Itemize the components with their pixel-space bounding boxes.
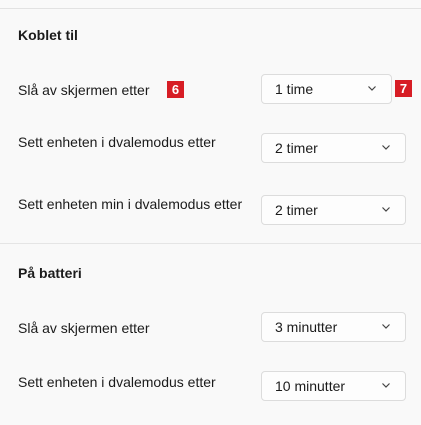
top-divider: [0, 0, 421, 9]
annotation-badge-6: 6: [167, 81, 184, 98]
screen-off-label: Slå av skjermen etter: [18, 80, 243, 100]
battery-sleep-dropdown[interactable]: 10 minutter: [261, 371, 406, 401]
screen-off-dropdown-value: 1 time: [275, 81, 314, 97]
battery-screen-off-dropdown-value: 3 minutter: [275, 319, 338, 335]
chevron-down-icon: [382, 324, 390, 329]
battery-screen-off-label: Slå av skjermen etter: [18, 320, 150, 336]
section-title-plugged-in: Koblet til: [18, 27, 78, 43]
chevron-down-icon: [382, 383, 390, 388]
section-divider: [0, 243, 421, 244]
power-settings-panel: Koblet til Slå av skjermen etter 6 1 tim…: [0, 0, 421, 425]
chevron-down-icon: [368, 86, 376, 91]
battery-sleep-dropdown-value: 10 minutter: [275, 378, 346, 394]
battery-sleep-label: Sett enheten i dvalemodus etter: [18, 374, 216, 390]
sleep-dropdown-value: 2 timer: [275, 140, 318, 156]
hibernate-dropdown[interactable]: 2 timer: [261, 195, 406, 225]
battery-screen-off-dropdown[interactable]: 3 minutter: [261, 312, 406, 342]
section-title-on-battery: På batteri: [18, 265, 82, 281]
screen-off-dropdown[interactable]: 1 time: [261, 74, 392, 104]
annotation-badge-7: 7: [395, 80, 412, 97]
sleep-label: Sett enheten i dvalemodus etter: [18, 134, 216, 150]
screen-off-label-text: Slå av skjermen etter: [18, 82, 150, 98]
hibernate-dropdown-value: 2 timer: [275, 202, 318, 218]
chevron-down-icon: [382, 145, 390, 150]
sleep-dropdown[interactable]: 2 timer: [261, 133, 406, 163]
chevron-down-icon: [382, 207, 390, 212]
hibernate-label: Sett enheten min i dvalemodus etter: [18, 196, 243, 212]
